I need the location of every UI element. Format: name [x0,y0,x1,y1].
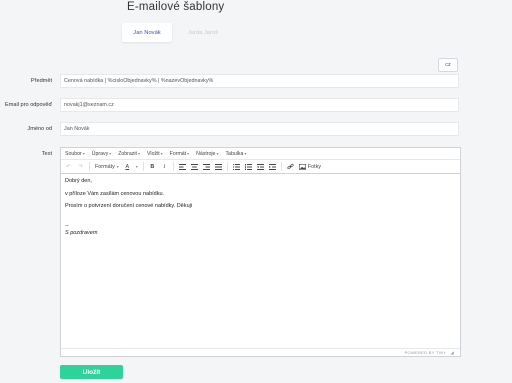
align-center-icon[interactable] [190,162,198,171]
align-right-icon[interactable] [202,162,210,171]
undo-icon[interactable]: ↶ [65,162,72,171]
editor-content[interactable]: Dobrý den, v příloze Vám zasílám cenovou… [61,174,460,249]
italic-icon[interactable]: I [161,162,168,171]
resize-handle-icon[interactable]: ◢ [451,350,454,355]
toolbar-divider [172,162,174,171]
editor-menubar: Soubor▾ Úpravy▾ Zobrazit▾ Vložit▾ Formát… [61,148,460,160]
tab-jarda-jaros[interactable]: Jarda Jaroš [178,23,228,42]
reply-email-label: Email pro odpověď [5,102,52,108]
confirm-paragraph: Prosím o potvrzení doručení cenové nabíd… [65,203,193,209]
tab-jan-novak[interactable]: Jan Novák [122,23,172,42]
indent-icon[interactable] [268,162,276,171]
subject-input[interactable]: Cenová nabídka | %cisloObjednavky% | %na… [60,74,459,88]
outdent-icon[interactable] [256,162,264,171]
menu-table[interactable]: Tabulka▾ [225,151,246,157]
numbered-list-icon[interactable] [244,162,252,171]
align-justify-icon[interactable] [214,162,222,171]
rich-text-editor: Soubor▾ Úpravy▾ Zobrazit▾ Vložit▾ Formát… [60,147,461,357]
menu-tools[interactable]: Nástroje▾ [196,151,218,157]
text-label: Text [41,151,52,157]
editor-toolbar: ↶ ↷ Formáty ▾ A ▾ B I Fotky [61,160,460,174]
from-name-input[interactable]: Jan Novák [60,122,459,136]
powered-by-label: POWERED BY TINY [404,350,447,355]
signature-dash: -- [65,222,69,229]
email-templates-page: E-mailové šablony Jan Novák Jarda Jaroš … [0,0,512,383]
menu-edit[interactable]: Úpravy▾ [92,151,111,157]
page-title: E-mailové šablony [127,1,225,13]
menu-view[interactable]: Zobrazit▾ [118,151,140,157]
toolbar-divider [142,162,144,171]
text-color-icon[interactable]: A [124,162,131,171]
redo-icon[interactable]: ↷ [77,162,84,171]
menu-insert[interactable]: Vložit▾ [147,151,163,157]
formats-dropdown[interactable]: Formáty ▾ [95,162,119,171]
language-button[interactable]: cz [438,58,458,72]
editor-statusbar: POWERED BY TINY ◢ [61,348,460,356]
image-icon[interactable]: Fotky [298,162,321,171]
signature-text: S pozdravem [65,230,98,236]
subject-label: Předmět [30,78,52,84]
body-paragraph: v příloze Vám zasílám cenovou nabídku. [65,190,165,197]
menu-file[interactable]: Soubor▾ [65,151,85,157]
toolbar-divider [280,162,282,171]
from-name-label: Jméno od [27,126,52,132]
bullet-list-icon[interactable] [232,162,240,171]
menu-format[interactable]: Formát▾ [170,151,189,157]
link-icon[interactable] [287,162,294,171]
user-tabs: Jan Novák Jarda Jaroš [122,23,228,42]
align-left-icon[interactable] [178,162,186,171]
toolbar-divider [226,162,228,171]
chevron-down-icon[interactable]: ▾ [136,164,138,169]
bold-icon[interactable]: B [149,162,156,171]
reply-email-input[interactable]: novakj1@seznam.cz [60,98,459,112]
greeting-paragraph: Dobrý den, [65,178,92,184]
toolbar-divider [89,162,90,171]
save-button[interactable]: Uložit [60,365,123,379]
